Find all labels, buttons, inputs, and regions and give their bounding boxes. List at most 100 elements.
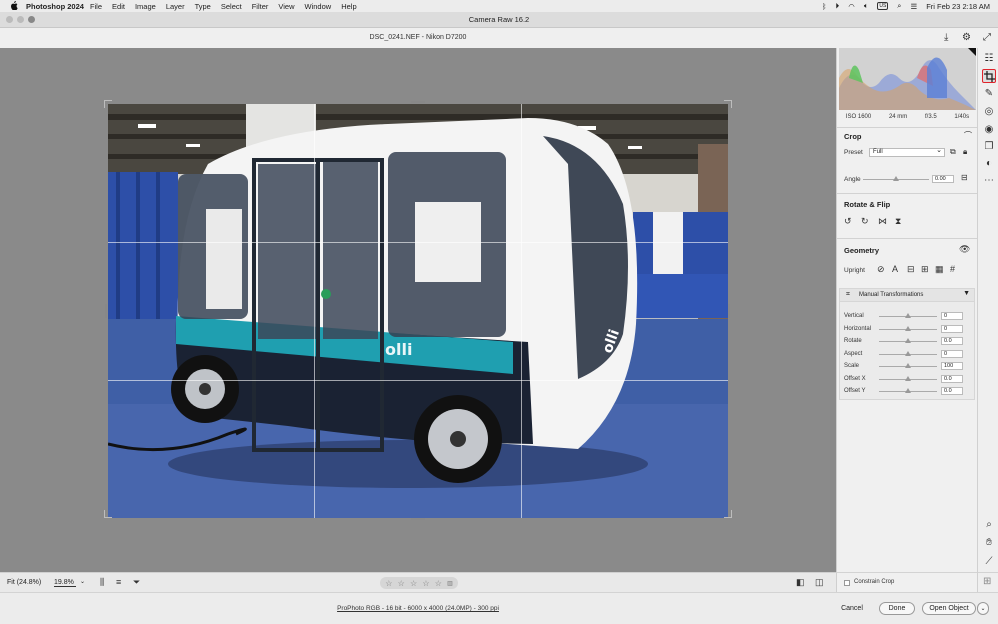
- crop-handle-top-right[interactable]: [724, 100, 732, 108]
- datetime[interactable]: Fri Feb 23 2:18 AM: [926, 2, 990, 11]
- more-icon[interactable]: ⋯: [982, 174, 996, 188]
- crop-handle-top[interactable]: [411, 101, 425, 103]
- menu-file[interactable]: File: [90, 2, 102, 11]
- slider-value-vertical[interactable]: 0: [941, 312, 963, 320]
- reset-crop-icon[interactable]: ⌒: [964, 130, 972, 141]
- menu-filter[interactable]: Filter: [252, 2, 269, 11]
- bluetooth-icon[interactable]: ᛒ: [822, 2, 827, 11]
- zoom-dropdown-icon[interactable]: ⌄: [80, 578, 85, 585]
- upright-level-icon[interactable]: ⊟: [907, 264, 915, 275]
- grid-icon[interactable]: ⊞: [983, 576, 991, 587]
- open-object-button[interactable]: Open Object: [922, 602, 976, 615]
- crop-handle-bottom-right[interactable]: [724, 510, 732, 518]
- crop-handle-bottom-left[interactable]: [104, 510, 112, 518]
- control-center-icon[interactable]: ☰: [910, 2, 917, 11]
- slider-thumb-vertical[interactable]: [905, 313, 911, 318]
- lock-icon[interactable]: 🔒︎: [963, 147, 967, 157]
- slider-thumb-offset-y[interactable]: [905, 388, 911, 393]
- gear-icon[interactable]: ⚙: [962, 32, 971, 43]
- presets-icon[interactable]: ◐: [982, 157, 996, 171]
- filmstrip-icon[interactable]: ⫼: [100, 577, 104, 588]
- flip-vertical-icon[interactable]: ⧗: [895, 216, 901, 227]
- upright-guided-icon[interactable]: #: [950, 264, 955, 274]
- save-icon[interactable]: ⤓: [944, 32, 948, 43]
- slider-thumb-scale[interactable]: [905, 363, 911, 368]
- flip-horizontal-icon[interactable]: ⋈: [878, 216, 887, 227]
- crop-handle-left[interactable]: [105, 304, 107, 318]
- compare-icon[interactable]: ◧: [796, 577, 805, 588]
- done-button[interactable]: Done: [879, 602, 915, 615]
- apple-icon[interactable]: [10, 0, 20, 12]
- crop-tool-icon[interactable]: [982, 69, 996, 83]
- open-options-dropdown[interactable]: ⌄: [977, 602, 989, 615]
- straighten-icon[interactable]: ⊟: [961, 173, 968, 182]
- menu-type[interactable]: Type: [195, 2, 211, 11]
- angle-slider-thumb[interactable]: [893, 176, 899, 181]
- angle-input[interactable]: 0.00: [932, 175, 954, 183]
- fit-zoom-button[interactable]: Fit (24.8%): [7, 579, 41, 586]
- workflow-options-link[interactable]: ProPhoto RGB - 16 bit - 6000 x 4000 (24.…: [0, 605, 836, 612]
- before-after-icon[interactable]: ◫: [815, 577, 824, 588]
- slider-value-horizontal[interactable]: 0: [941, 324, 963, 333]
- upright-vertical-icon[interactable]: ⊞: [921, 264, 929, 275]
- photo-preview[interactable]: olli olli: [108, 104, 728, 518]
- star-icon[interactable]: ☆: [410, 579, 417, 588]
- input-source[interactable]: US: [877, 2, 889, 10]
- slider-value-rotate[interactable]: 0.0: [941, 337, 963, 345]
- filter-icon[interactable]: ⏷: [133, 577, 140, 588]
- menu-layer[interactable]: Layer: [166, 2, 185, 11]
- star-icon[interactable]: ☆: [422, 579, 429, 588]
- wifi-icon[interactable]: ◠: [848, 2, 855, 11]
- search-icon[interactable]: ⌕: [897, 1, 901, 11]
- zoom-level[interactable]: 19.8%: [54, 579, 76, 587]
- red-eye-icon[interactable]: ◉: [982, 123, 996, 137]
- hand-tool-icon[interactable]: ✋︎: [982, 536, 996, 550]
- crop-handle-top-left[interactable]: [104, 100, 112, 108]
- constrain-crop-checkbox[interactable]: [844, 580, 850, 586]
- upright-full-icon[interactable]: ▦: [935, 264, 944, 275]
- eyedropper-icon[interactable]: ⟋: [982, 555, 996, 569]
- star-icon[interactable]: ☆: [435, 579, 442, 588]
- app-name[interactable]: Photoshop 2024: [26, 2, 84, 11]
- manual-transformations-header[interactable]: ⌗ Manual Transformations ▼: [839, 288, 975, 302]
- menu-view[interactable]: View: [278, 2, 294, 11]
- crop-handle-right[interactable]: [728, 304, 730, 318]
- slider-thumb-rotate[interactable]: [905, 338, 911, 343]
- grid-overlay-toggle[interactable]: ⊞: [977, 572, 998, 592]
- snapshots-icon[interactable]: ❐: [982, 140, 996, 154]
- upright-off-icon[interactable]: ⊘: [877, 264, 885, 275]
- fullscreen-icon[interactable]: ⤢: [983, 32, 991, 43]
- trash-icon[interactable]: ▥: [447, 580, 453, 587]
- cancel-button[interactable]: Cancel: [832, 602, 872, 615]
- slider-value-offset-x[interactable]: 0.0: [941, 374, 963, 383]
- healing-brush-icon[interactable]: ✎: [982, 87, 996, 101]
- menu-edit[interactable]: Edit: [112, 2, 125, 11]
- slider-thumb-aspect[interactable]: [905, 350, 911, 356]
- slider-value-scale[interactable]: 100: [941, 362, 963, 370]
- masking-icon[interactable]: ◎: [982, 105, 996, 119]
- star-icon[interactable]: ☆: [398, 579, 405, 588]
- slider-thumb-horizontal[interactable]: [905, 325, 911, 331]
- rotate-right-icon[interactable]: ↻: [861, 216, 869, 227]
- crop-handle-bottom[interactable]: [411, 518, 425, 520]
- slider-value-aspect[interactable]: 0: [941, 349, 963, 358]
- collapse-arrow-icon[interactable]: ▼: [963, 290, 970, 297]
- eye-icon[interactable]: 👁︎: [959, 244, 970, 255]
- slider-thumb-offset-x[interactable]: [905, 375, 911, 381]
- upright-auto-icon[interactable]: A: [892, 264, 898, 274]
- slider-value-offset-y[interactable]: 0.0: [941, 387, 963, 395]
- preset-dropdown[interactable]: Full: [869, 147, 945, 157]
- edit-sliders-icon[interactable]: ☷: [982, 52, 996, 66]
- zoom-tool-icon[interactable]: ⌕: [982, 518, 996, 532]
- rotate-left-icon[interactable]: ↺: [844, 216, 852, 227]
- volume-icon[interactable]: 🔈︎: [864, 1, 869, 11]
- menu-help[interactable]: Help: [341, 2, 356, 11]
- image-canvas[interactable]: olli olli: [0, 48, 836, 572]
- star-rating[interactable]: ☆ ☆ ☆ ☆ ☆ ▥: [380, 577, 458, 589]
- menu-select[interactable]: Select: [221, 2, 242, 11]
- aspect-swap-icon[interactable]: ⧉: [950, 147, 956, 157]
- star-icon[interactable]: ☆: [385, 579, 392, 588]
- menu-window[interactable]: Window: [305, 2, 332, 11]
- play-icon[interactable]: ⏵: [836, 1, 840, 11]
- menu-image[interactable]: Image: [135, 2, 156, 11]
